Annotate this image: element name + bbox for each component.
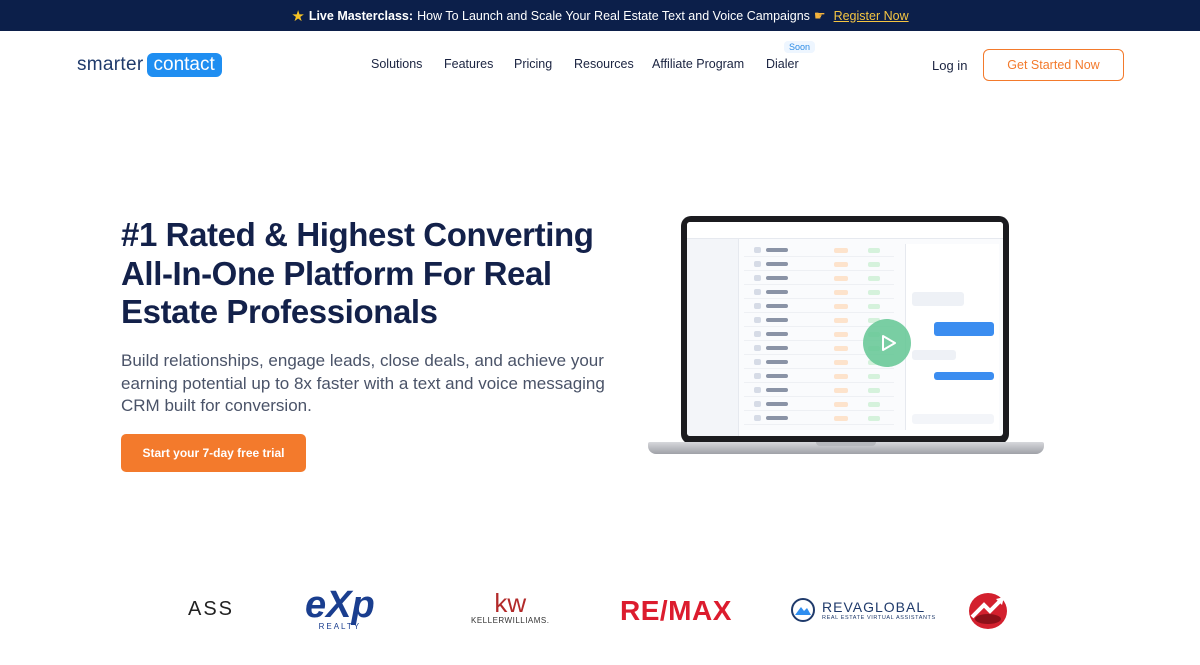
laptop-screen-bezel: [681, 216, 1009, 444]
play-icon: [882, 335, 896, 351]
keller-williams-logo: kw KELLERWILLIAMS.: [471, 590, 550, 625]
main-navigation: smarter contact Solutions Features Prici…: [0, 31, 1200, 101]
logo-part1: smarter: [77, 54, 144, 75]
start-trial-button[interactable]: Start your 7-day free trial: [121, 434, 306, 472]
ass-logo: ASS: [188, 598, 235, 620]
nav-item-dialer[interactable]: Dialer: [766, 57, 799, 71]
reva-logo-sub: REAL ESTATE VIRTUAL ASSISTANTS: [822, 615, 936, 621]
pointing-hand-icon: ☛: [813, 7, 826, 23]
hero-subtitle: Build relationships, engage leads, close…: [121, 351, 605, 415]
emblem-icon: [969, 593, 1007, 629]
reva-logo-text: REVAGLOBAL: [822, 599, 926, 615]
mountain-icon: [791, 598, 815, 622]
exp-logo-text: eXp: [305, 584, 375, 626]
smartercontact-logo[interactable]: smarter contact: [77, 53, 222, 77]
exp-logo-sub: REALTY: [318, 622, 362, 631]
announcement-text: How To Launch and Scale Your Real Estate…: [417, 8, 810, 23]
nav-item-resources[interactable]: Resources: [574, 57, 634, 71]
soon-badge: Soon: [784, 41, 816, 53]
nav-item-affiliate-program[interactable]: Affiliate Program: [652, 57, 744, 71]
kw-logo-text: kw: [494, 588, 527, 618]
app-sidebar: [687, 239, 739, 436]
nav-item-pricing[interactable]: Pricing: [514, 57, 552, 71]
video-play-button[interactable]: [863, 319, 911, 367]
logo-part2: contact: [146, 53, 222, 77]
app-header: [687, 222, 1003, 239]
revaglobal-logo: REVAGLOBAL REAL ESTATE VIRTUAL ASSISTANT…: [790, 597, 936, 623]
get-started-button[interactable]: Get Started Now: [983, 49, 1124, 81]
remax-logo: RE/MAX: [620, 595, 732, 626]
nav-item-features[interactable]: Features: [444, 57, 493, 71]
laptop-notch: [816, 442, 876, 446]
announcement-bold: Live Masterclass:: [308, 8, 414, 23]
laptop-product-video: [648, 216, 1044, 456]
nav-item-solutions[interactable]: Solutions: [371, 57, 422, 71]
register-now-link[interactable]: Register Now: [834, 9, 909, 23]
exp-realty-logo: eXp REALTY: [305, 584, 375, 631]
app-screenshot: [687, 222, 1003, 436]
star-icon: ★: [291, 7, 305, 25]
partner-logos: ASS eXp REALTY kw KELLERWILLIAMS. RE/MAX…: [0, 585, 1200, 635]
hero-title: #1 Rated & Highest Converting All-In-One…: [121, 216, 594, 330]
app-chat-panel: [905, 244, 999, 430]
kw-logo-sub: KELLERWILLIAMS.: [471, 616, 550, 625]
partner-emblem-logo: [966, 591, 1012, 631]
announcement-bar: ★ Live Masterclass: How To Launch and Sc…: [0, 0, 1200, 31]
login-link[interactable]: Log in: [932, 58, 967, 73]
